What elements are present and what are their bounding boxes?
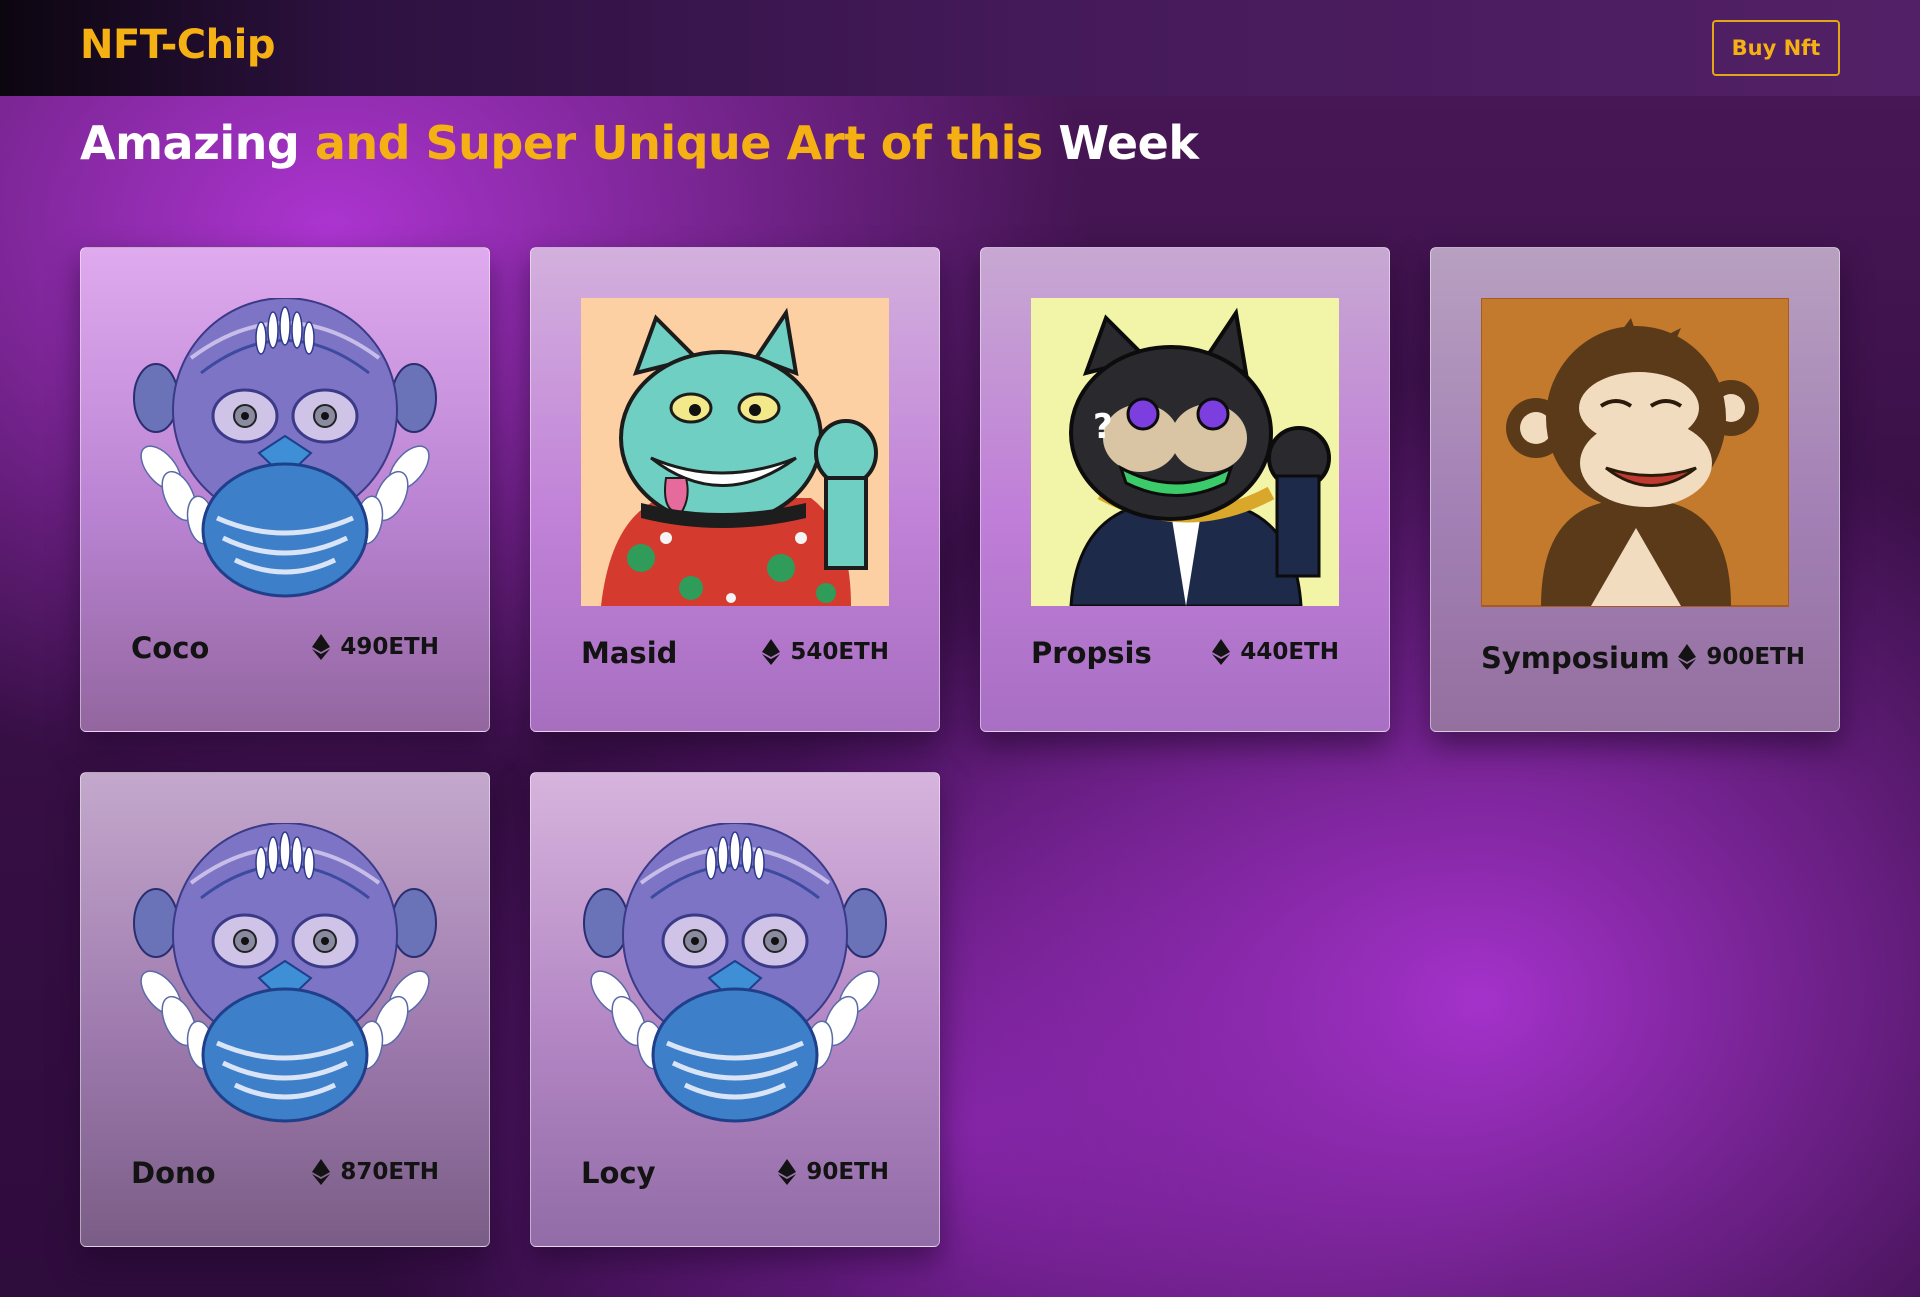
nft-name: Symposium <box>1481 641 1670 675</box>
ethereum-icon <box>312 1159 331 1185</box>
nft-name: Locy <box>581 1156 656 1190</box>
ethereum-icon <box>762 639 781 665</box>
nft-price-value: 90ETH <box>806 1159 889 1185</box>
nft-card-dono[interactable]: Dono 870ETH <box>80 772 490 1247</box>
zombie-cat-icon <box>581 298 889 606</box>
nft-price: 540ETH <box>762 639 889 665</box>
nft-name: Masid <box>581 636 678 670</box>
mandala-monkey-icon <box>581 823 889 1131</box>
ethereum-icon <box>1678 644 1697 670</box>
nft-price: 490ETH <box>312 634 439 660</box>
top-nav-bar: NFT-Chip Buy Nft <box>0 0 1920 96</box>
headline-part-1: Amazing <box>80 116 315 170</box>
brand-logo[interactable]: NFT-Chip <box>80 22 275 68</box>
nft-name: Coco <box>131 631 210 665</box>
ethereum-icon <box>778 1159 797 1185</box>
nft-card-coco[interactable]: Coco 490ETH <box>80 247 490 732</box>
nft-card-propsis[interactable]: Propsis 440ETH <box>980 247 1390 732</box>
cartoon-monkey-icon <box>1481 298 1789 610</box>
nft-price-value: 870ETH <box>340 1159 439 1185</box>
nft-card-locy[interactable]: Locy 90ETH <box>530 772 940 1247</box>
black-cat-icon <box>1031 298 1339 606</box>
nft-price: 900ETH <box>1678 644 1805 670</box>
page-headline: Amazing and Super Unique Art of this Wee… <box>80 116 1199 170</box>
headline-part-3: Week <box>1058 116 1199 170</box>
nft-name: Dono <box>131 1156 216 1190</box>
nft-name: Propsis <box>1031 636 1152 670</box>
mandala-monkey-icon <box>131 823 439 1131</box>
nft-card-masid[interactable]: Masid 540ETH <box>530 247 940 732</box>
nft-price-value: 900ETH <box>1706 644 1805 670</box>
nft-card-symposium[interactable]: Symposium 900ETH <box>1430 247 1840 732</box>
ethereum-icon <box>1212 639 1231 665</box>
nft-price-value: 540ETH <box>790 639 889 665</box>
nft-price-value: 490ETH <box>340 634 439 660</box>
mandala-monkey-icon <box>131 298 439 606</box>
ethereum-icon <box>312 634 331 660</box>
nft-price: 90ETH <box>778 1159 889 1185</box>
headline-part-2: and Super Unique Art of this <box>314 116 1059 170</box>
nft-price: 870ETH <box>312 1159 439 1185</box>
buy-nft-button[interactable]: Buy Nft <box>1712 20 1840 76</box>
nft-price-value: 440ETH <box>1240 639 1339 665</box>
nft-price: 440ETH <box>1212 639 1339 665</box>
